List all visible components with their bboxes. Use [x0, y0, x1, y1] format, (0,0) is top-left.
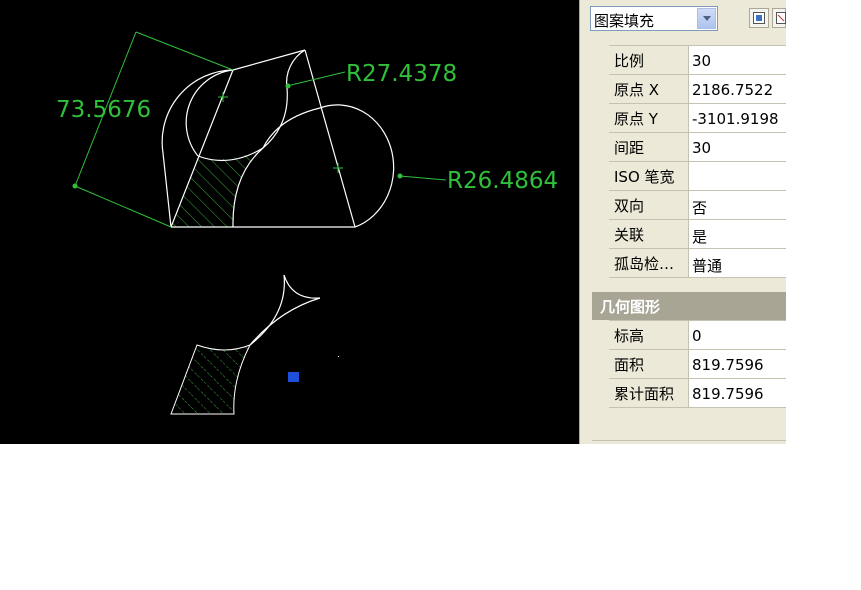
radius-text-top[interactable]: R27.4378	[346, 61, 457, 87]
select-objects-button[interactable]	[772, 8, 786, 28]
property-label: 累计面积	[614, 385, 675, 403]
property-row-iso-pen-width[interactable]: ISO 笔宽	[609, 162, 786, 191]
property-label: 标高	[614, 327, 645, 345]
section-title: 几何图形	[600, 298, 661, 316]
dimension-text-aligned[interactable]: 73.5676	[56, 97, 151, 123]
property-label: 关联	[614, 226, 645, 244]
radius-leaders[interactable]	[285, 71, 447, 181]
property-value[interactable]: 0	[692, 327, 702, 345]
quick-select-button[interactable]	[749, 8, 769, 28]
property-label: 比例	[614, 52, 645, 70]
property-value[interactable]: 30	[692, 139, 711, 157]
quick-select-icon	[753, 12, 765, 24]
property-label: 原点 Y	[614, 110, 658, 128]
property-row-island-detection[interactable]: 孤岛检… 普通	[609, 249, 786, 278]
drawing-svg[interactable]: 73.5676 R27.4378 R26.4864	[0, 0, 579, 444]
radius-text-right[interactable]: R26.4864	[447, 168, 558, 194]
property-row-elevation[interactable]: 标高 0	[609, 321, 786, 350]
chevron-down-icon[interactable]	[697, 8, 716, 29]
property-label: 双向	[614, 197, 645, 215]
property-row-cumulative-area[interactable]: 累计面积 819.7596	[609, 379, 786, 408]
property-value[interactable]: 30	[692, 52, 711, 70]
cursor-dot	[338, 356, 339, 357]
property-label: 间距	[614, 139, 645, 157]
property-row-double[interactable]: 双向 否	[609, 191, 786, 220]
property-row-spacing[interactable]: 间距 30	[609, 133, 786, 162]
property-value[interactable]: 是	[692, 226, 707, 247]
property-row-associative[interactable]: 关联 是	[609, 220, 786, 249]
property-value[interactable]: -3101.9198	[692, 110, 779, 128]
object-type-value: 图案填充	[594, 12, 655, 30]
property-value[interactable]: 否	[692, 197, 707, 218]
property-row-scale[interactable]: 比例 30	[609, 46, 786, 75]
property-value[interactable]: 819.7596	[692, 356, 764, 374]
hatch-preview-region[interactable]	[170, 344, 252, 415]
pattern-property-grid: 比例 30 原点 X 2186.7522 原点 Y -3101.9198 间距 …	[609, 45, 786, 278]
object-type-select[interactable]: 图案填充	[590, 6, 718, 31]
geometry-property-grid: 标高 0 面积 819.7596 累计面积 819.7596	[609, 320, 786, 408]
property-label: 面积	[614, 356, 645, 374]
property-value[interactable]: 819.7596	[692, 385, 764, 403]
property-row-origin-x[interactable]: 原点 X 2186.7522	[609, 75, 786, 104]
property-row-origin-y[interactable]: 原点 Y -3101.9198	[609, 104, 786, 133]
property-row-area[interactable]: 面积 819.7596	[609, 350, 786, 379]
property-value[interactable]: 2186.7522	[692, 81, 773, 99]
grip-point[interactable]	[288, 372, 299, 382]
property-label: 孤岛检…	[614, 255, 675, 273]
palette-bottom-divider	[592, 440, 786, 441]
properties-palette: 图案填充 比例 30 原点 X 2186.7522 原点 Y -3101.919…	[579, 0, 786, 444]
property-label: ISO 笔宽	[614, 168, 675, 186]
property-value[interactable]: 普通	[692, 255, 722, 276]
drawing-canvas[interactable]: 73.5676 R27.4378 R26.4864	[0, 0, 579, 444]
palette-edge	[579, 0, 580, 444]
select-objects-icon	[776, 12, 786, 24]
preview-outline[interactable]	[249, 274, 321, 346]
section-header-geometry[interactable]: 几何图形	[592, 292, 786, 320]
property-label: 原点 X	[614, 81, 660, 99]
